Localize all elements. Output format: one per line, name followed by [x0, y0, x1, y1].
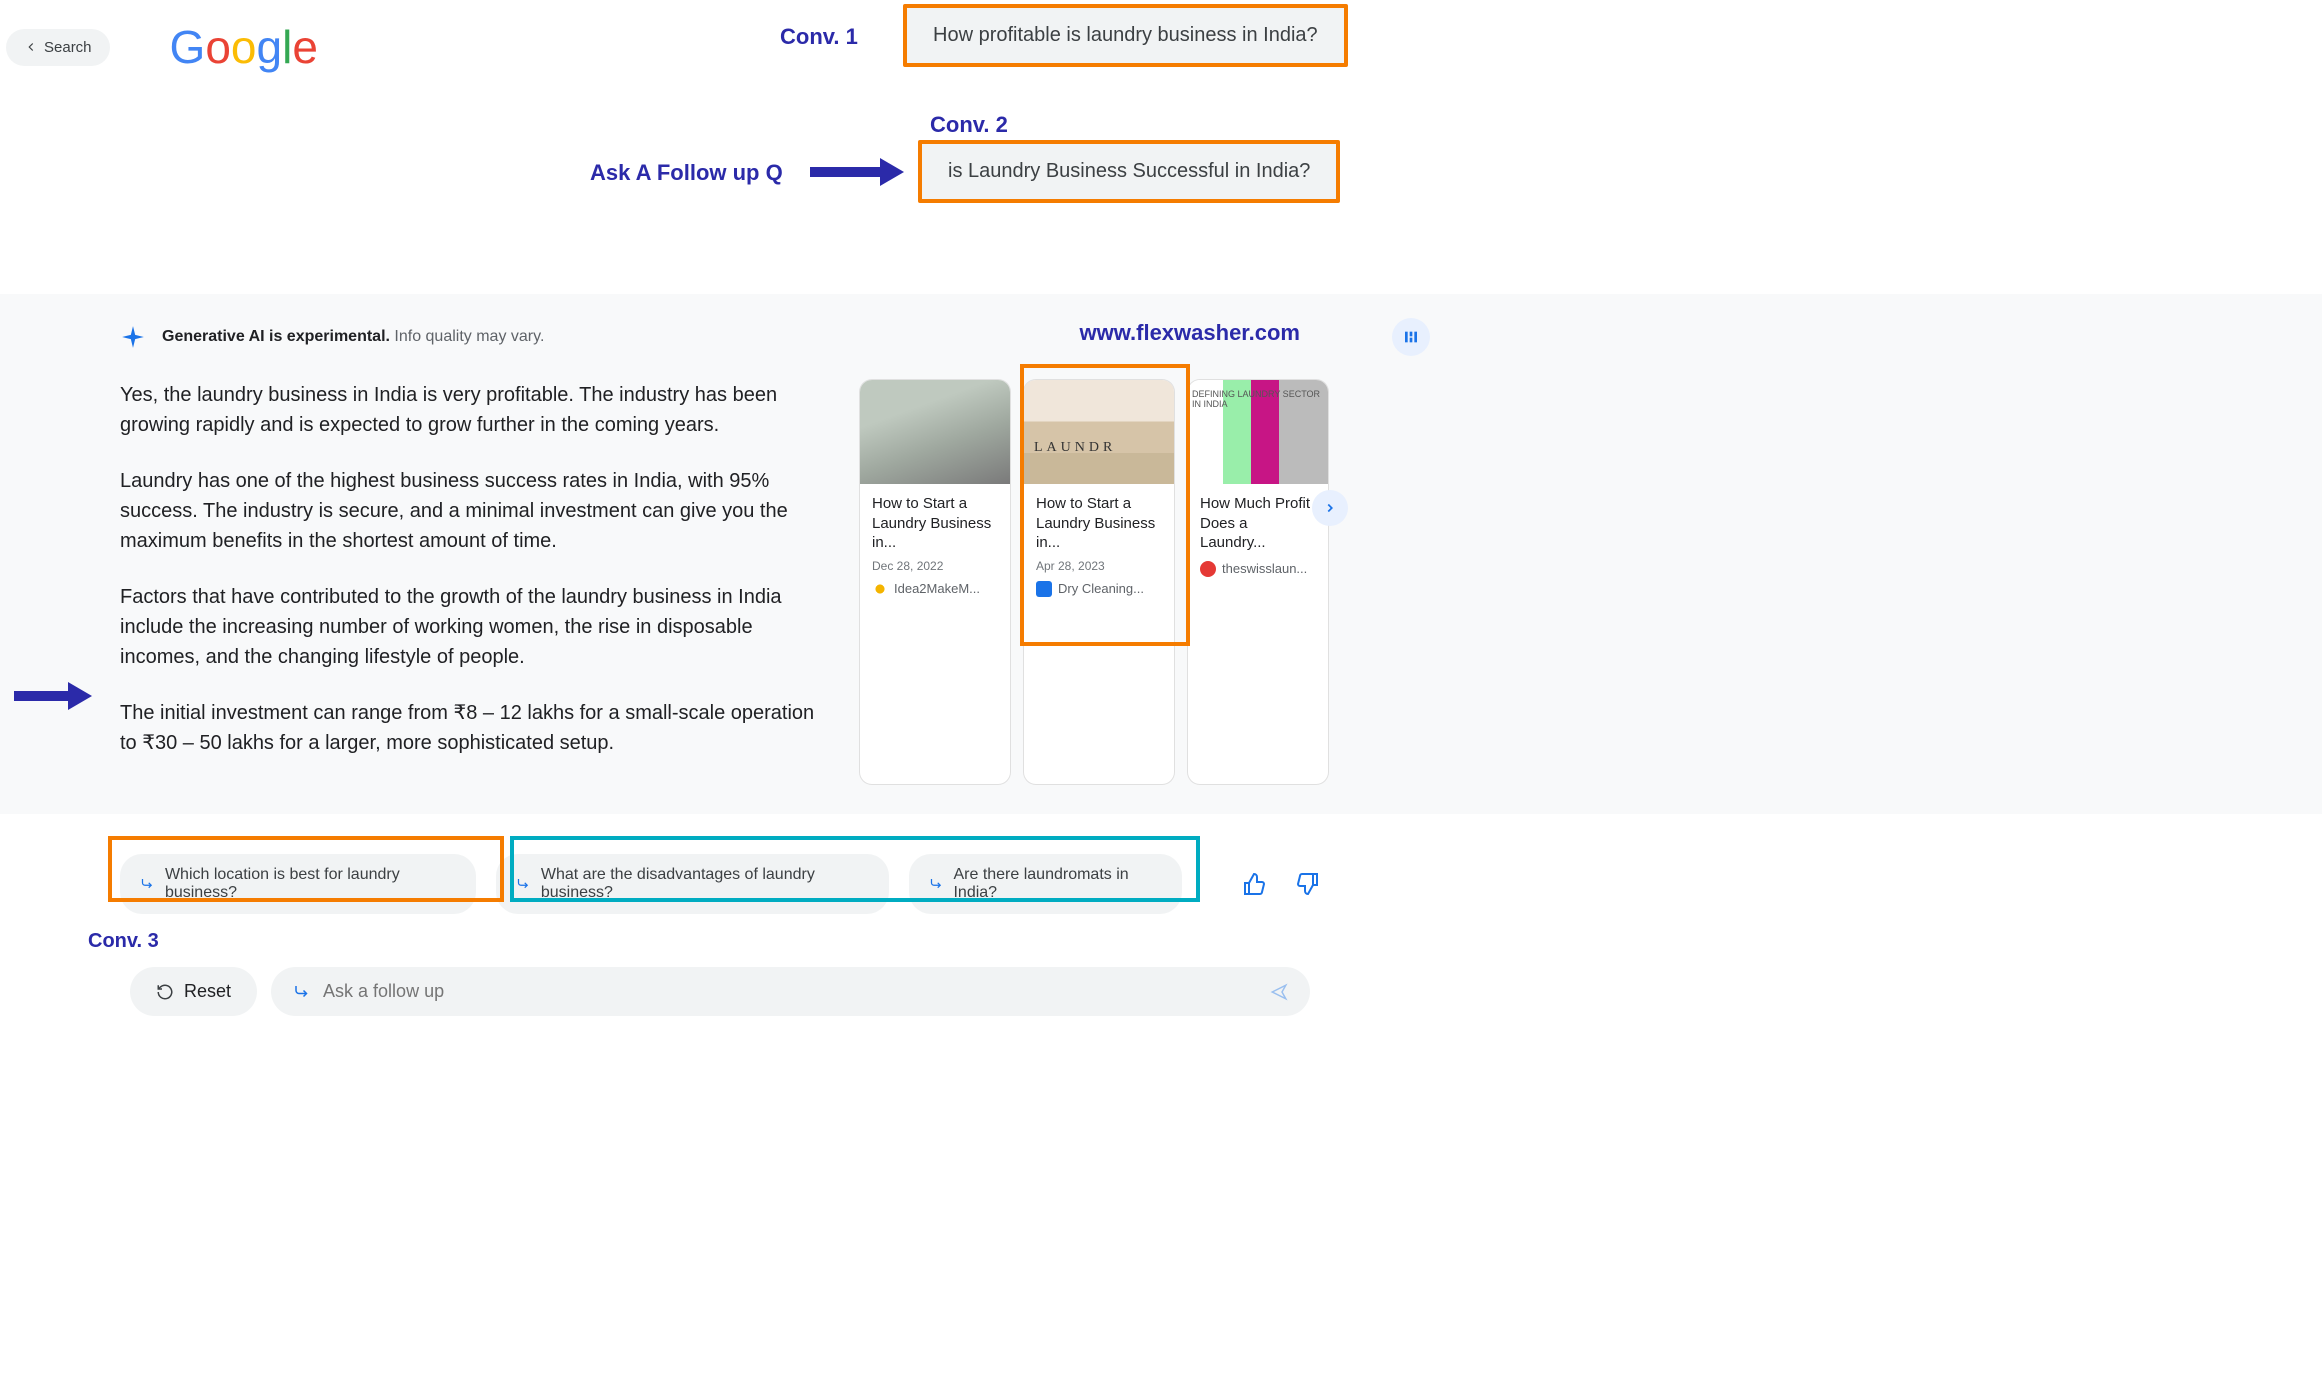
followup-chip[interactable]: What are the disadvantages of laundry bu… [496, 854, 889, 914]
favicon-icon [872, 581, 888, 597]
chevron-left-icon [24, 40, 38, 54]
sparkle-icon [120, 324, 146, 350]
favicon-icon [1200, 561, 1216, 577]
annotation-conv1: Conv. 1 [780, 24, 858, 50]
query-bubble-1: How profitable is laundry business in In… [903, 4, 1348, 67]
card-thumbnail: DEFINING LAUNDRY SECTOR IN INDIA [1188, 380, 1328, 484]
reset-button[interactable]: Reset [130, 967, 257, 1016]
card-source: theswisslaun... [1200, 561, 1316, 577]
source-card[interactable]: LAUNDR How to Start a Laundry Business i… [1024, 380, 1174, 784]
source-card[interactable]: How to Start a Laundry Business in... De… [860, 380, 1010, 784]
google-logo: Google [170, 20, 318, 74]
card-source: Idea2MakeM... [872, 581, 998, 597]
arrow-icon [810, 158, 904, 186]
annotation-conv2: Conv. 2 [930, 112, 1008, 138]
followup-chip[interactable]: Are there laundromats in India? [909, 854, 1182, 914]
back-to-search-button[interactable]: Search [6, 29, 110, 66]
reply-arrow-icon [929, 876, 944, 892]
favicon-icon [1036, 581, 1052, 597]
generative-notice: Generative AI is experimental. Info qual… [162, 328, 544, 346]
source-card[interactable]: DEFINING LAUNDRY SECTOR IN INDIA How Muc… [1188, 380, 1328, 784]
send-icon[interactable] [1270, 983, 1288, 1001]
watermark: www.flexwasher.com [1080, 320, 1301, 346]
toggle-view-button[interactable] [1392, 318, 1430, 356]
answer-text: Yes, the laundry business in India is ve… [120, 380, 820, 784]
reply-arrow-icon [293, 983, 311, 1001]
source-cards: How to Start a Laundry Business in... De… [860, 380, 1328, 784]
card-title: How to Start a Laundry Business in... [1036, 494, 1162, 553]
card-date: Apr 28, 2023 [1036, 559, 1162, 573]
generative-panel: Generative AI is experimental. Info qual… [0, 294, 2322, 814]
card-thumbnail: LAUNDR [1024, 380, 1174, 484]
card-date: Dec 28, 2022 [872, 559, 998, 573]
arrow-icon [14, 682, 92, 710]
card-source: Dry Cleaning... [1036, 581, 1162, 597]
card-title: How to Start a Laundry Business in... [872, 494, 998, 553]
followup-input-wrap[interactable] [271, 967, 1310, 1016]
followup-chip[interactable]: Which location is best for laundry busin… [120, 854, 476, 914]
grid-icon [1403, 329, 1419, 345]
annotation-followup: Ask A Follow up Q [590, 160, 783, 186]
thumbs-up-icon[interactable] [1242, 872, 1266, 896]
thumbs-down-icon[interactable] [1296, 872, 1320, 896]
followup-input[interactable] [323, 981, 1258, 1002]
annotation-conv3: Conv. 3 [88, 930, 2322, 953]
query-bubble-2: is Laundry Business Successful in India? [918, 140, 1340, 203]
card-thumbnail [860, 380, 1010, 484]
reset-icon [156, 983, 174, 1001]
reply-arrow-icon [140, 876, 155, 892]
card-title: How Much Profit Does a Laundry... [1200, 494, 1316, 553]
back-label: Search [44, 39, 92, 56]
reply-arrow-icon [516, 876, 531, 892]
chevron-right-icon [1323, 501, 1337, 515]
scroll-next-button[interactable] [1312, 490, 1348, 526]
